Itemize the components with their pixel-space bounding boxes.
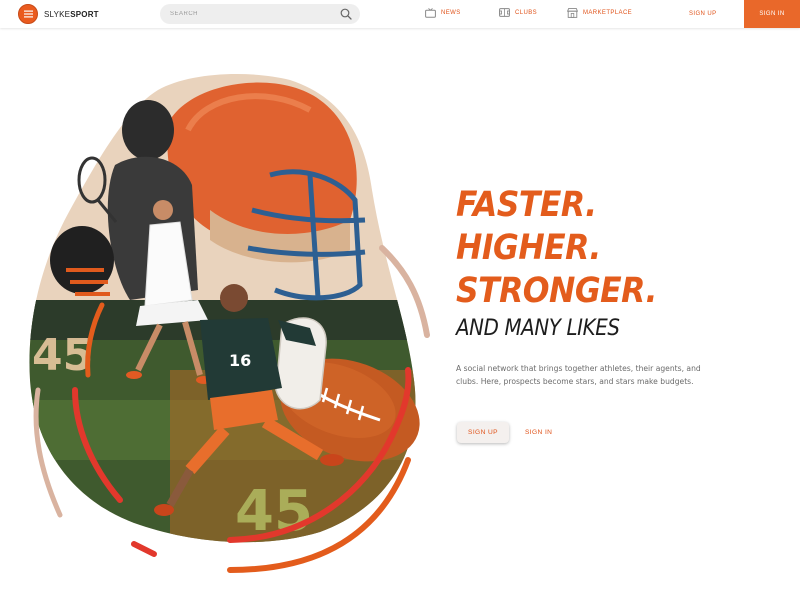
headline-line-1: FASTER. xyxy=(456,185,597,225)
nav-news-label: NEWS xyxy=(441,10,461,16)
nav-sign-up-link[interactable]: SIGN UP xyxy=(689,11,716,17)
brand-name: SLYKESPORT xyxy=(44,10,99,19)
search-icon[interactable] xyxy=(340,8,352,20)
headline-line-3: STRONGER. xyxy=(456,271,657,311)
stadium-icon xyxy=(499,8,510,17)
nav-sign-in-label: SIGN IN xyxy=(759,11,785,17)
tv-icon xyxy=(425,8,436,18)
nav-news[interactable]: NEWS xyxy=(425,8,461,18)
nav-sign-in-button[interactable]: SIGN IN xyxy=(744,0,800,28)
hero-headline: FASTER. HIGHER. STRONGER. xyxy=(456,184,679,313)
hero-description: A social network that brings together at… xyxy=(456,364,701,386)
nav-clubs-label: CLUBS xyxy=(515,9,538,16)
nav-clubs[interactable]: CLUBS xyxy=(499,8,537,17)
nav-marketplace[interactable]: MARKETPLACE xyxy=(567,8,632,18)
hamburger-menu-icon[interactable] xyxy=(18,4,38,24)
storefront-icon xyxy=(567,8,578,18)
jersey-number: 16 xyxy=(229,351,251,370)
hero-sign-up-button[interactable]: SIGN UP xyxy=(457,422,509,443)
headline-line-2: HIGHER. xyxy=(456,228,601,268)
hero-sign-up-label: SIGN UP xyxy=(468,429,498,436)
brand-logo[interactable]: SLYKESPORT xyxy=(18,4,99,24)
field-number-left: 45 xyxy=(32,330,93,381)
hero-subheadline: AND MANY LIKES xyxy=(456,316,620,341)
hero-sign-in-link[interactable]: SIGN IN xyxy=(525,429,552,436)
search-input[interactable] xyxy=(170,4,330,24)
hero-collage-image: 16 45 45 xyxy=(29,74,430,573)
brand-name-bold: SPORT xyxy=(70,9,99,19)
search-bar[interactable] xyxy=(160,4,360,24)
nav-marketplace-label: MARKETPLACE xyxy=(583,10,633,16)
brand-name-light: SLYKE xyxy=(44,9,71,19)
top-navigation-bar: SLYKESPORT NEWS CLUBS MARKETPLACE SIGN U… xyxy=(0,0,800,28)
